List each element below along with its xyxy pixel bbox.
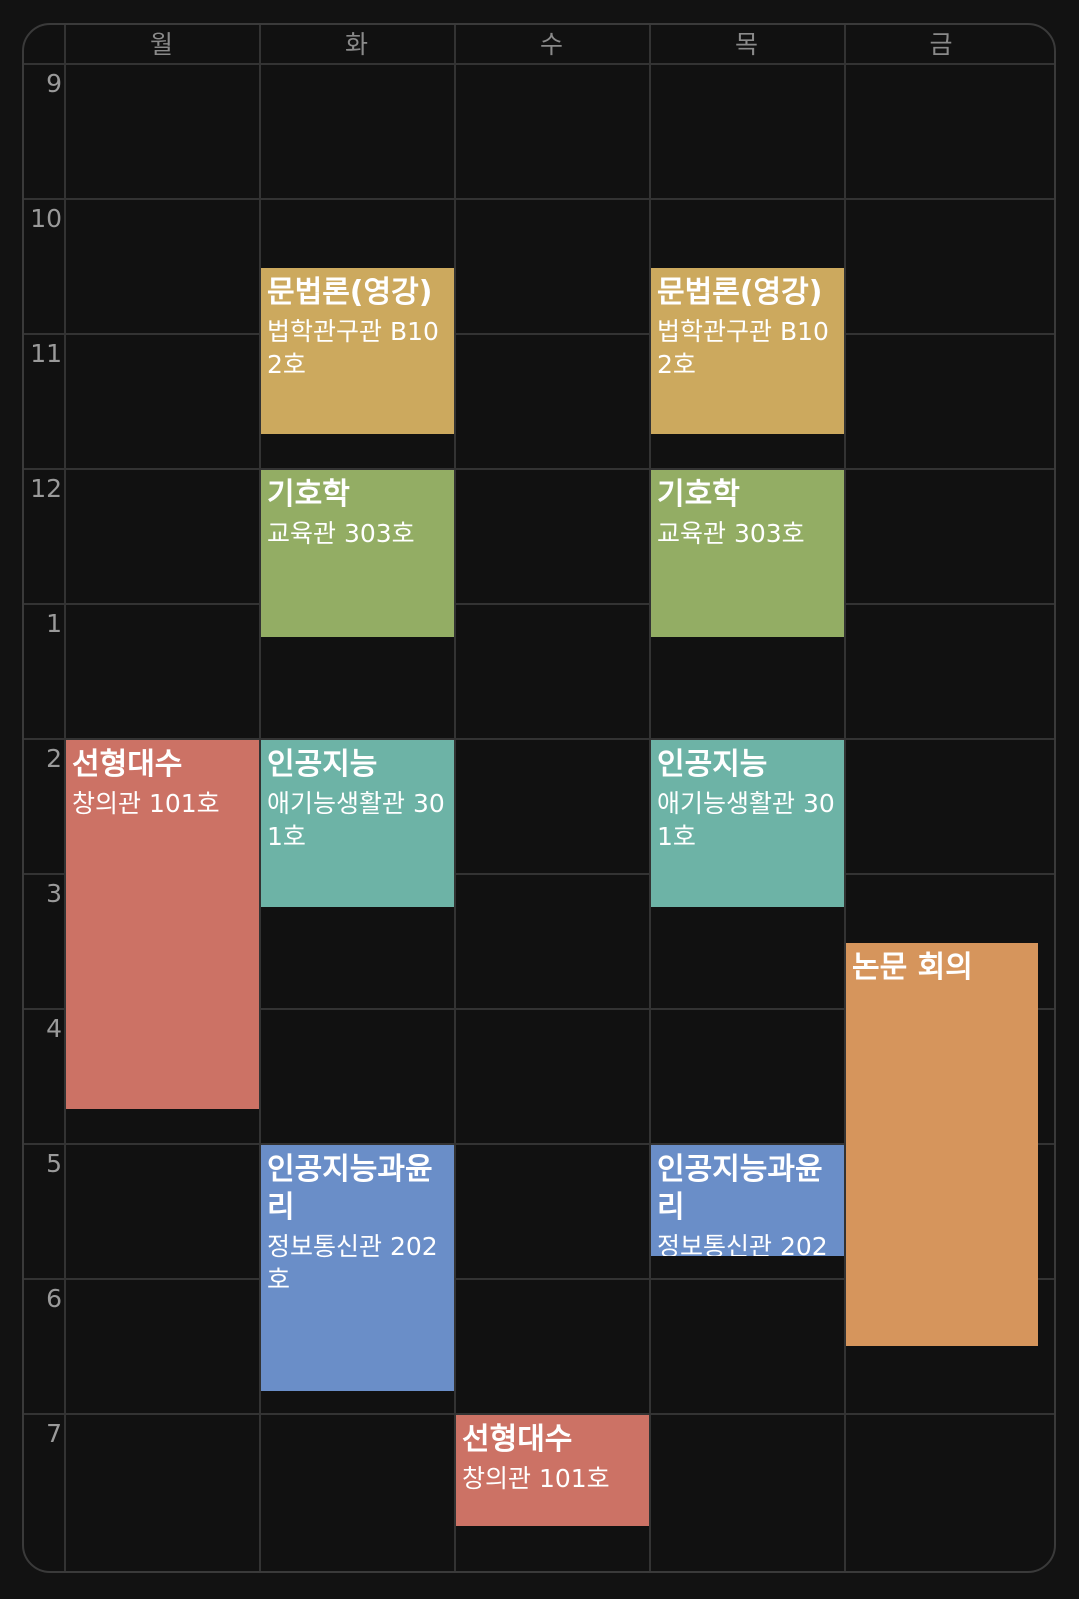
event-title: 선형대수: [462, 1422, 573, 1457]
day-header-1: 화: [344, 30, 368, 59]
day-header-0: 월: [149, 30, 173, 59]
event-block[interactable]: 인공지능과윤리정보통신관 202호: [261, 1145, 454, 1391]
hour-label: 6: [46, 1284, 62, 1313]
hour-label: 11: [30, 339, 62, 368]
hour-label: 2: [46, 744, 62, 773]
event-location: 애기능생활관 301호: [267, 789, 445, 851]
event-title: 기호학: [657, 477, 740, 512]
day-header-3: 목: [734, 30, 758, 59]
event-title: 인공지능과윤리: [267, 1152, 433, 1225]
event-location: 애기능생활관 301호: [657, 789, 835, 851]
hour-label: 9: [46, 69, 62, 98]
event-location: 정보통신관 202호: [657, 1232, 828, 1256]
event-block[interactable]: 문법론(영강) 법학관구관 B102호: [651, 267, 844, 435]
event-title: 문법론(영강): [657, 274, 823, 310]
hour-divider: [24, 333, 1054, 335]
day-divider: [454, 25, 456, 1571]
event-location: 법학관구관 B102호: [657, 316, 829, 379]
event-block[interactable]: 선형대수창의관 101호: [66, 740, 259, 1110]
event-location: 교육관 303호: [657, 519, 805, 548]
hour-label: 5: [46, 1149, 62, 1178]
event-location: 법학관구관 B102호: [267, 316, 439, 379]
event-block[interactable]: 선형대수창의관 101호: [456, 1415, 649, 1526]
event-title: 인공지능과윤리: [657, 1152, 823, 1225]
event-title: 논문 회의: [852, 949, 973, 985]
hour-divider: [24, 198, 1054, 200]
event-block[interactable]: 문법론(영강) 법학관구관 B102호: [261, 267, 454, 435]
hour-label: 10: [30, 204, 62, 233]
hour-divider: [24, 468, 1054, 470]
event-title: 인공지능: [657, 747, 768, 782]
event-block[interactable]: 인공지능애기능생활관 301호: [651, 740, 844, 907]
event-location: 창의관 101호: [462, 1464, 610, 1493]
event-block[interactable]: 기호학교육관 303호: [651, 470, 844, 637]
event-block[interactable]: 인공지능과윤리정보통신관 202호: [651, 1145, 844, 1256]
hour-label: 4: [46, 1014, 62, 1043]
event-block[interactable]: 논문 회의: [846, 942, 1038, 1346]
event-block[interactable]: 인공지능애기능생활관 301호: [261, 740, 454, 907]
event-location: 교육관 303호: [267, 519, 415, 548]
event-title: 선형대수: [72, 747, 183, 782]
hour-label: 1: [46, 609, 62, 638]
event-block[interactable]: 기호학교육관 303호: [261, 470, 454, 637]
timetable: 월 화 수 목 금 9 10 11 12 1 2 3 4 5 6 7 문법론(영강) 법학관구관 B102호 문법론…: [22, 23, 1056, 1573]
day-header-2: 수: [539, 30, 563, 59]
event-title: 문법론(영강): [267, 274, 433, 310]
event-title: 인공지능: [267, 747, 378, 782]
hour-divider: [24, 603, 1054, 605]
event-location: 창의관 101호: [72, 789, 220, 818]
hour-label: 7: [46, 1419, 62, 1448]
hour-label: 12: [30, 474, 62, 503]
event-title: 기호학: [267, 477, 350, 512]
event-location: 정보통신관 202호: [267, 1232, 438, 1294]
day-header-4: 금: [929, 30, 953, 59]
hour-label: 3: [46, 879, 62, 908]
